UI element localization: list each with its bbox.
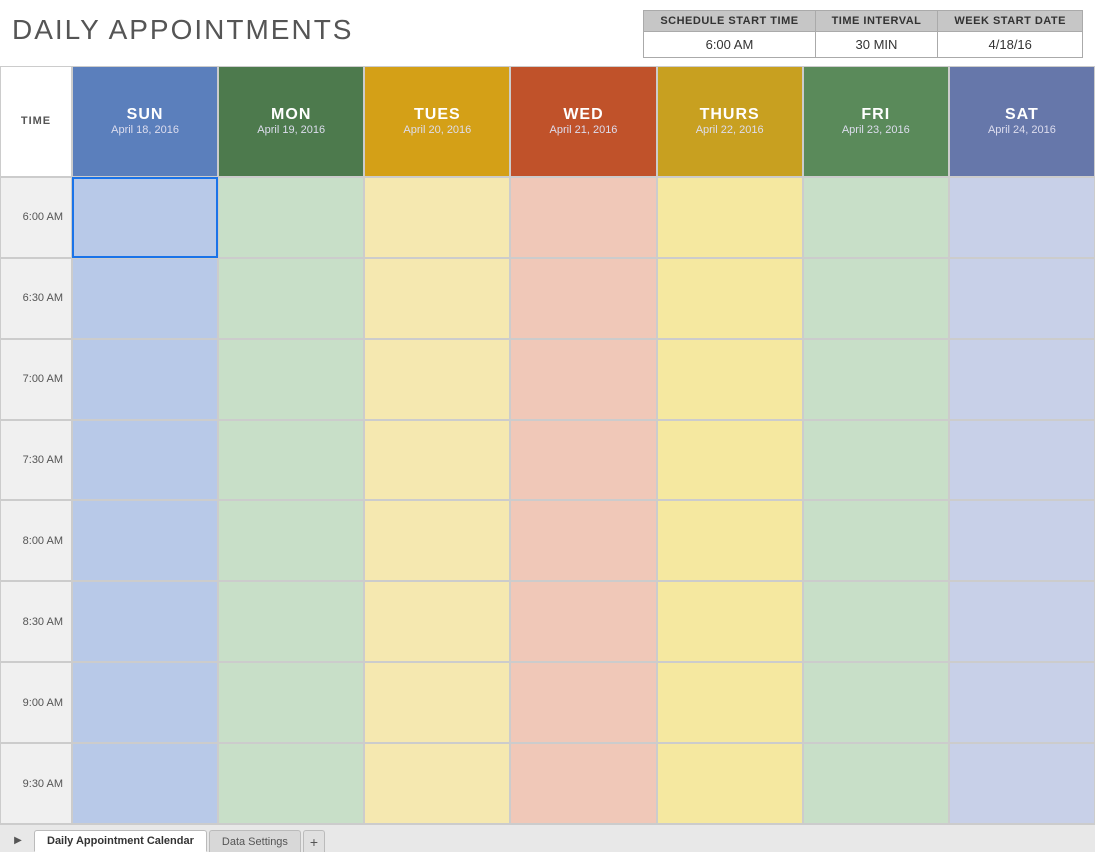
slot-mon-6[interactable] [218,662,364,743]
slot-wed-7[interactable] [510,743,656,824]
tab-daily-appointment-calendar[interactable]: Daily Appointment Calendar [34,830,207,852]
calendar-grid: TIME SUN April 18, 2016 MON April 19, 20… [0,66,1095,824]
day-header-wed: WED April 21, 2016 [510,66,656,177]
slot-mon-0[interactable] [218,177,364,258]
tab-scroll-arrow[interactable]: ▶ [8,830,28,850]
slot-wed-6[interactable] [510,662,656,743]
slot-sat-5[interactable] [949,581,1095,662]
day-header-thu: THURS April 22, 2016 [657,66,803,177]
settings-col1-value[interactable]: 6:00 AM [644,32,815,58]
slot-mon-5[interactable] [218,581,364,662]
slot-mon-7[interactable] [218,743,364,824]
settings-col2-header: TIME INTERVAL [815,11,938,32]
slot-mon-2[interactable] [218,339,364,420]
slot-sun-1[interactable] [72,258,218,339]
slot-sat-3[interactable] [949,420,1095,501]
calendar-area: TIME SUN April 18, 2016 MON April 19, 20… [0,66,1095,824]
slot-sun-0[interactable] [72,177,218,258]
slot-fri-6[interactable] [803,662,949,743]
slot-sat-7[interactable] [949,743,1095,824]
tab-bar: ▶ Daily Appointment Calendar Data Settin… [0,824,1095,852]
time-label-3: 7:30 AM [0,420,72,501]
slot-sun-5[interactable] [72,581,218,662]
slot-thu-4[interactable] [657,500,803,581]
slot-sat-1[interactable] [949,258,1095,339]
slot-wed-0[interactable] [510,177,656,258]
slot-mon-1[interactable] [218,258,364,339]
day-header-sat: SAT April 24, 2016 [949,66,1095,177]
slot-sun-3[interactable] [72,420,218,501]
slot-thu-3[interactable] [657,420,803,501]
slot-fri-3[interactable] [803,420,949,501]
settings-col1-header: SCHEDULE START TIME [644,11,815,32]
settings-table: SCHEDULE START TIME TIME INTERVAL WEEK S… [643,10,1083,58]
slot-wed-3[interactable] [510,420,656,501]
slot-mon-3[interactable] [218,420,364,501]
slot-tue-3[interactable] [364,420,510,501]
slot-mon-4[interactable] [218,500,364,581]
slot-fri-1[interactable] [803,258,949,339]
settings-col2-value[interactable]: 30 MIN [815,32,938,58]
slot-tue-1[interactable] [364,258,510,339]
slot-sun-7[interactable] [72,743,218,824]
settings-col3-value[interactable]: 4/18/16 [938,32,1083,58]
main-container: DAILY APPOINTMENTS SCHEDULE START TIME T… [0,0,1095,852]
slot-thu-2[interactable] [657,339,803,420]
settings-col3-header: WEEK START DATE [938,11,1083,32]
slot-sat-4[interactable] [949,500,1095,581]
slot-thu-6[interactable] [657,662,803,743]
slot-sat-2[interactable] [949,339,1095,420]
tab-add-button[interactable]: + [303,830,325,852]
slot-wed-4[interactable] [510,500,656,581]
slot-tue-5[interactable] [364,581,510,662]
slot-sun-4[interactable] [72,500,218,581]
slot-thu-7[interactable] [657,743,803,824]
slot-fri-0[interactable] [803,177,949,258]
slot-wed-2[interactable] [510,339,656,420]
slot-sat-0[interactable] [949,177,1095,258]
time-label-7: 9:30 AM [0,743,72,824]
time-label-2: 7:00 AM [0,339,72,420]
slot-tue-2[interactable] [364,339,510,420]
time-label-4: 8:00 AM [0,500,72,581]
slot-sun-6[interactable] [72,662,218,743]
time-label-1: 6:30 AM [0,258,72,339]
slot-tue-6[interactable] [364,662,510,743]
slot-fri-4[interactable] [803,500,949,581]
header-area: DAILY APPOINTMENTS SCHEDULE START TIME T… [0,0,1095,66]
slot-tue-4[interactable] [364,500,510,581]
slot-thu-5[interactable] [657,581,803,662]
slot-wed-5[interactable] [510,581,656,662]
tab-data-settings[interactable]: Data Settings [209,830,301,852]
slot-fri-7[interactable] [803,743,949,824]
day-header-sun: SUN April 18, 2016 [72,66,218,177]
slot-sun-2[interactable] [72,339,218,420]
time-column-header: TIME [0,66,72,177]
page-title: DAILY APPOINTMENTS [12,14,353,46]
time-label-0: 6:00 AM [0,177,72,258]
slot-tue-0[interactable] [364,177,510,258]
slot-tue-7[interactable] [364,743,510,824]
slot-fri-2[interactable] [803,339,949,420]
day-header-fri: FRI April 23, 2016 [803,66,949,177]
time-label-6: 9:00 AM [0,662,72,743]
slot-wed-1[interactable] [510,258,656,339]
slot-thu-0[interactable] [657,177,803,258]
slot-sat-6[interactable] [949,662,1095,743]
slot-thu-1[interactable] [657,258,803,339]
day-header-mon: MON April 19, 2016 [218,66,364,177]
slot-fri-5[interactable] [803,581,949,662]
time-label-5: 8:30 AM [0,581,72,662]
day-header-tue: TUES April 20, 2016 [364,66,510,177]
